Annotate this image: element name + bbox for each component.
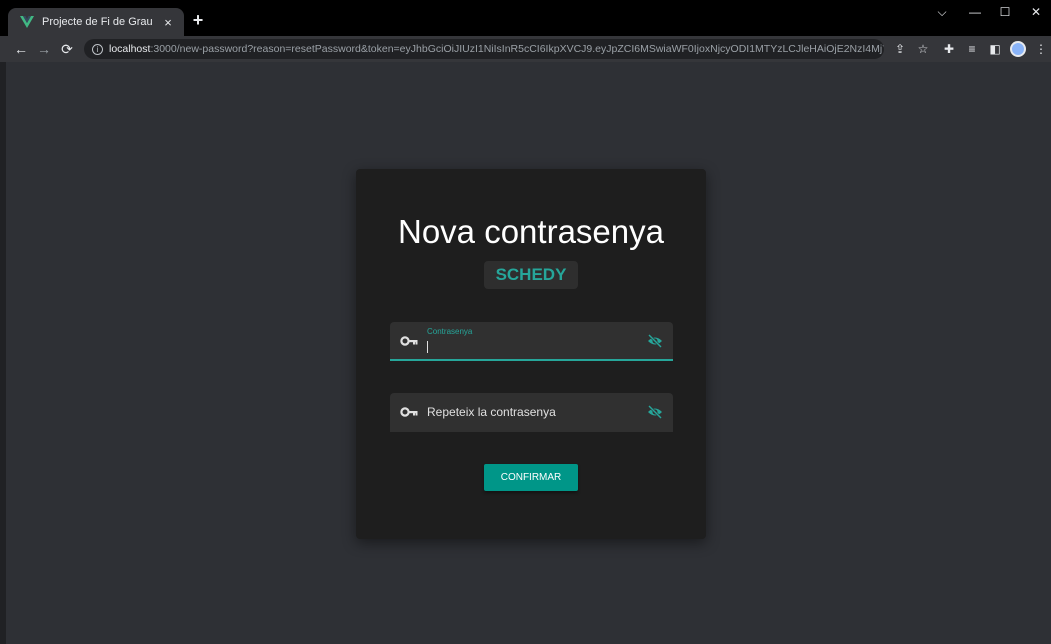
browser-tab[interactable]: Projecte de Fi de Grau × <box>8 8 184 36</box>
eye-off-icon[interactable] <box>647 404 663 420</box>
profile-avatar[interactable] <box>1010 41 1026 57</box>
key-icon <box>400 407 418 417</box>
password-input[interactable] <box>426 338 636 356</box>
tab-close-icon[interactable]: × <box>160 15 176 30</box>
menu-icon[interactable]: ⋮ <box>1033 42 1049 56</box>
url-host: localhost <box>109 43 151 55</box>
forward-icon[interactable]: → <box>33 41 55 57</box>
eye-off-icon[interactable] <box>647 333 663 349</box>
info-icon[interactable]: i <box>92 43 103 55</box>
side-panel-icon[interactable]: ◧ <box>987 42 1003 56</box>
vue-logo-icon <box>20 15 34 29</box>
browser-toolbar: ← → ⟳ i localhost:3000/new-password?reas… <box>0 36 1051 62</box>
repeat-password-field[interactable]: Repeteix la contrasenya <box>390 393 673 432</box>
password-card: Nova contrasenya SCHEDY Contrasenya Repe… <box>356 169 706 539</box>
url-path: :3000/new-password?reason=resetPassword&… <box>150 43 884 55</box>
password-label: Contrasenya <box>427 327 473 336</box>
back-icon[interactable]: ← <box>10 41 32 57</box>
tab-search-icon[interactable]: ⌵ <box>927 5 957 20</box>
tab-title: Projecte de Fi de Grau <box>42 16 153 28</box>
password-field[interactable]: Contrasenya <box>390 322 673 361</box>
text-caret <box>427 341 428 353</box>
page-viewport: Nova contrasenya SCHEDY Contrasenya Repe… <box>6 62 1051 644</box>
new-tab-button[interactable]: + <box>189 11 207 29</box>
share-icon[interactable]: ⇪ <box>892 42 908 56</box>
key-icon <box>400 336 418 346</box>
repeat-password-label: Repeteix la contrasenya <box>427 405 556 419</box>
confirm-button[interactable]: CONFIRMAR <box>484 464 578 491</box>
browser-window: Projecte de Fi de Grau × + ⌵ — ☐ ✕ ← → ⟳… <box>0 0 1051 644</box>
reload-icon[interactable]: ⟳ <box>56 41 78 58</box>
reading-list-icon[interactable]: ≡ <box>964 42 980 56</box>
brand-chip: SCHEDY <box>484 261 578 289</box>
close-window-icon[interactable]: ✕ <box>1021 5 1051 19</box>
minimize-icon[interactable]: — <box>960 5 990 19</box>
extensions-icon[interactable]: ✚ <box>941 42 957 56</box>
tab-strip: Projecte de Fi de Grau × + ⌵ — ☐ ✕ <box>0 0 1051 36</box>
url-text: localhost:3000/new-password?reason=reset… <box>109 43 884 55</box>
address-bar[interactable]: i localhost:3000/new-password?reason=res… <box>84 39 884 59</box>
page-title: Nova contrasenya <box>398 213 664 250</box>
bookmark-star-icon[interactable]: ☆ <box>915 42 931 56</box>
maximize-icon[interactable]: ☐ <box>990 5 1020 19</box>
